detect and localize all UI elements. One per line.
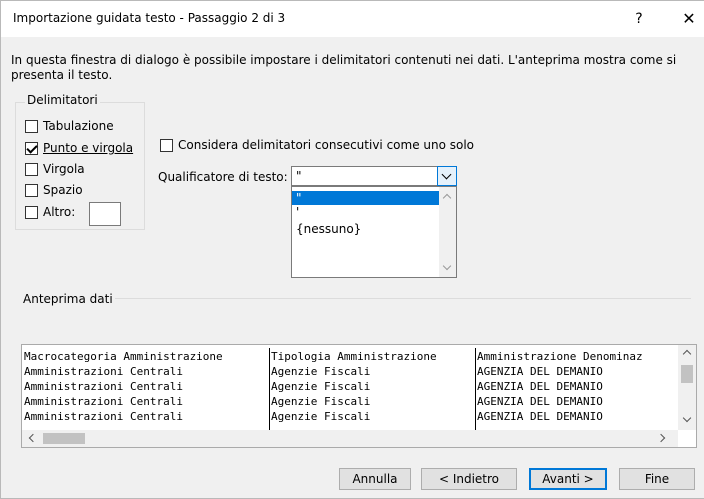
title-bar: Importazione guidata testo - Passaggio 2… — [1, 1, 704, 37]
checkbox-consecutive-label[interactable]: Considera delimitatori consecutivi come … — [178, 138, 474, 152]
preview-cell: Amministrazioni Centrali — [24, 410, 183, 423]
checkbox-comma-label[interactable]: Virgola — [43, 162, 85, 176]
chevron-down-icon — [441, 169, 452, 180]
dropdown-option-none[interactable]: {nessuno} — [292, 222, 440, 236]
chevron-up-icon[interactable] — [682, 349, 692, 359]
window-title: Importazione guidata testo - Passaggio 2… — [13, 11, 286, 25]
preview-cell: Amministrazioni Centrali — [24, 365, 183, 378]
preview-cell: AGENZIA DEL DEMANIO — [477, 365, 603, 378]
preview-cell: Agenzie Fiscali — [271, 365, 371, 378]
help-button[interactable]: ? — [627, 7, 651, 31]
checkbox-consecutive[interactable] — [160, 139, 173, 152]
vertical-scroll-thumb[interactable] — [681, 365, 693, 383]
checkbox-semicolon-label[interactable]: Punto e virgola — [43, 141, 133, 155]
text-qualifier-value: " — [296, 169, 302, 183]
text-qualifier-dropdown-list: " ' {nessuno} — [291, 186, 457, 278]
text-qualifier-combobox[interactable]: " — [291, 166, 439, 186]
preview-header-cell: Macrocategoria Amministrazione — [24, 350, 223, 363]
preview-label: Anteprima dati — [21, 292, 115, 306]
dropdown-option-double-quote[interactable]: " — [292, 191, 440, 205]
chevron-left-icon[interactable] — [28, 433, 38, 443]
column-separator[interactable] — [269, 348, 270, 430]
close-button[interactable]: ✕ — [677, 7, 701, 31]
checkbox-space[interactable] — [25, 184, 38, 197]
checkbox-comma[interactable] — [25, 163, 38, 176]
next-button[interactable]: Avanti > — [529, 468, 607, 490]
checkbox-tab[interactable] — [25, 120, 38, 133]
preview-header-cell: Tipologia Amministrazione — [271, 350, 437, 363]
text-qualifier-dropdown-button[interactable] — [437, 166, 457, 186]
dropdown-scrollbar[interactable] — [439, 187, 456, 277]
preview-vertical-scrollbar[interactable] — [678, 345, 696, 430]
preview-cell: AGENZIA DEL DEMANIO — [477, 380, 603, 393]
checkbox-other-label[interactable]: Altro: — [43, 205, 75, 219]
chevron-down-icon[interactable] — [682, 413, 692, 423]
checkbox-space-label[interactable]: Spazio — [43, 183, 83, 197]
preview-header-row: Macrocategoria Amministrazione Tipologia… — [22, 350, 643, 363]
delimiters-group-label: Delimitatori — [25, 93, 100, 107]
preview-horizontal-scrollbar[interactable] — [22, 430, 678, 447]
chevron-right-icon[interactable] — [656, 433, 666, 443]
text-import-wizard-dialog: Importazione guidata testo - Passaggio 2… — [0, 0, 704, 499]
dropdown-option-single-quote[interactable]: ' — [292, 205, 440, 219]
data-preview-panel[interactable]: Macrocategoria Amministrazione Tipologia… — [21, 344, 697, 448]
preview-row: Amministrazioni Centrali Agenzie Fiscali… — [22, 380, 603, 393]
preview-cell: Amministrazioni Centrali — [24, 380, 183, 393]
preview-cell: Amministrazioni Centrali — [24, 395, 183, 408]
horizontal-scroll-thumb[interactable] — [43, 433, 85, 444]
preview-cell: AGENZIA DEL DEMANIO — [477, 395, 603, 408]
preview-row: Amministrazioni Centrali Agenzie Fiscali… — [22, 395, 603, 408]
preview-row: Amministrazioni Centrali Agenzie Fiscali… — [22, 365, 603, 378]
back-button[interactable]: < Indietro — [421, 468, 517, 490]
finish-button[interactable]: Fine — [619, 468, 695, 490]
preview-cell: Agenzie Fiscali — [271, 395, 371, 408]
preview-cell: AGENZIA DEL DEMANIO — [477, 410, 603, 423]
checkbox-other[interactable] — [25, 206, 38, 219]
preview-cell: Agenzie Fiscali — [271, 410, 371, 423]
chevron-down-icon[interactable] — [442, 261, 452, 271]
checkbox-semicolon[interactable] — [25, 142, 38, 155]
checkbox-tab-label[interactable]: Tabulazione — [43, 119, 114, 133]
cancel-button[interactable]: Annulla — [339, 468, 411, 490]
preview-header-cell: Amministrazione Denominaz — [477, 350, 643, 363]
column-separator[interactable] — [475, 348, 476, 430]
other-delimiter-input[interactable] — [89, 202, 121, 226]
text-qualifier-label: Qualificatore di testo: — [158, 170, 288, 184]
preview-divider — [81, 298, 691, 299]
preview-row: Amministrazioni Centrali Agenzie Fiscali… — [22, 410, 603, 423]
preview-cell: Agenzie Fiscali — [271, 380, 371, 393]
chevron-up-icon[interactable] — [442, 193, 452, 203]
dialog-description: In questa finestra di dialogo è possibil… — [11, 53, 677, 82]
